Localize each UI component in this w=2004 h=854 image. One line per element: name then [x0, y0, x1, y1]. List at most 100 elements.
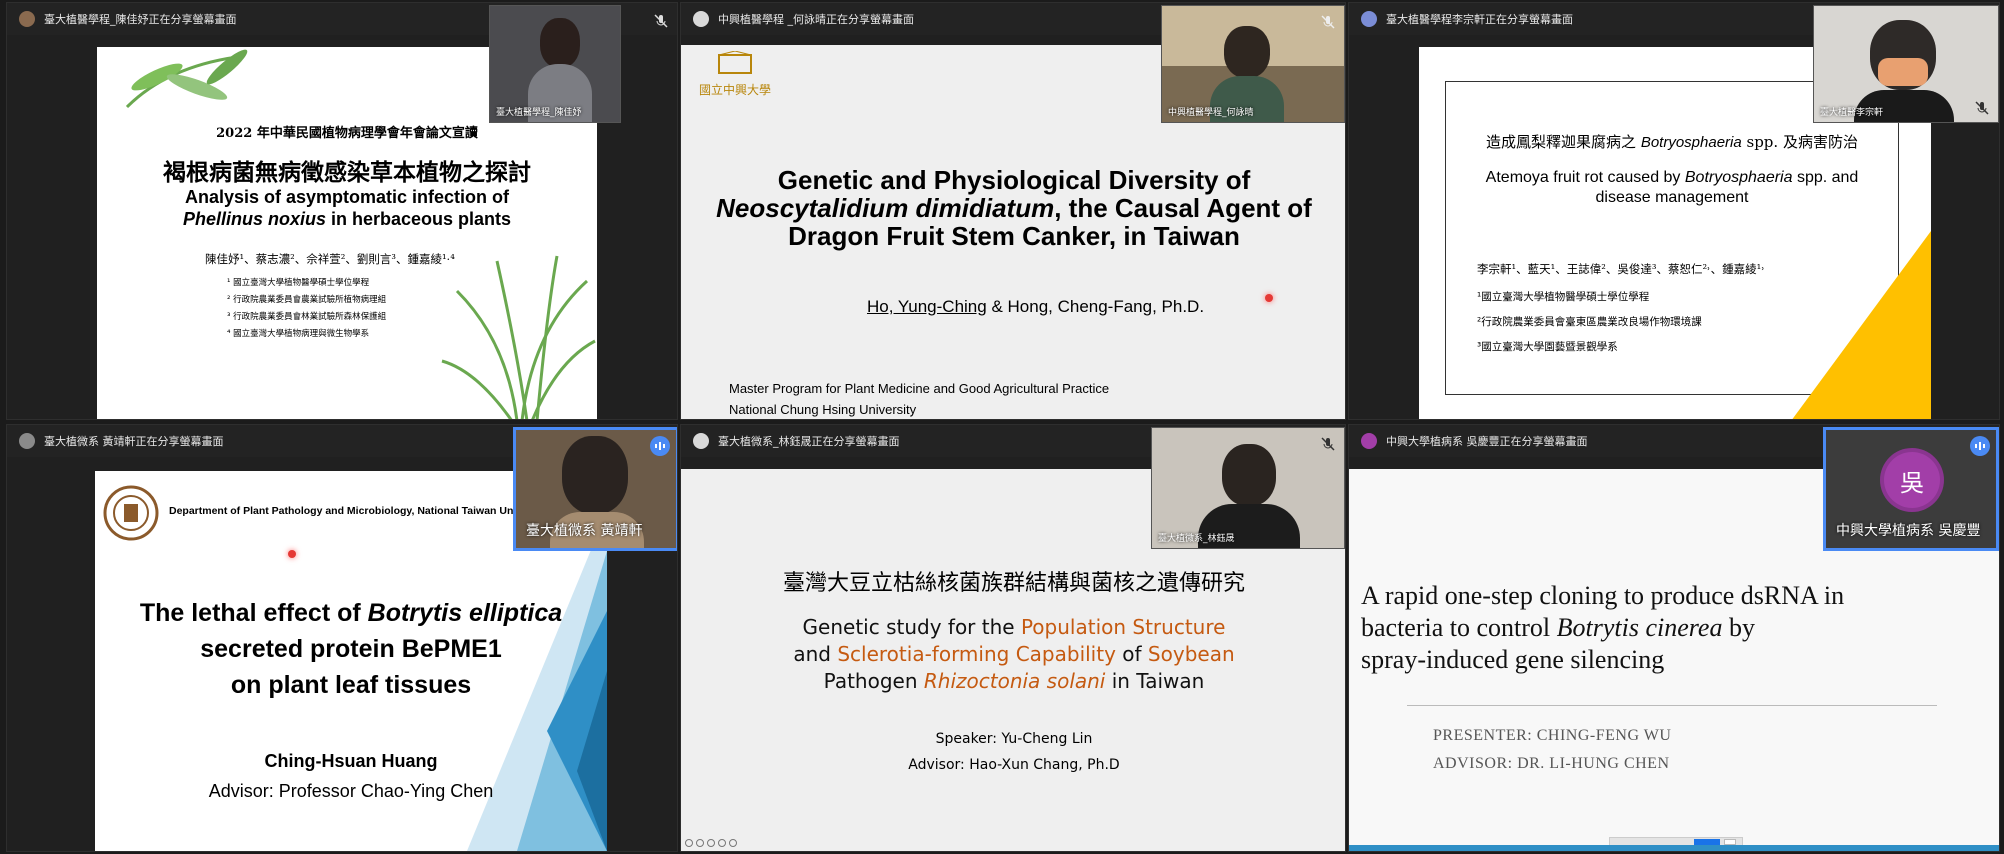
video-tile-5[interactable]: 臺大植微系_林鈺晟正在分享螢幕畫面 臺灣大豆立枯絲核菌族群結構與菌核之遺傳研究 … — [680, 424, 1346, 852]
participant-figure — [1222, 444, 1276, 506]
slide-title-2: secreted protein BePME1 — [200, 635, 502, 663]
audio-wave-icon — [655, 442, 665, 450]
bamboo-leaves-decoration — [125, 49, 248, 109]
speaking-indicator — [1970, 436, 1990, 456]
footer-1: Master Program for Plant Medicine and Go… — [729, 381, 1110, 396]
highlight-species: Rhizoctonia solani — [923, 669, 1106, 693]
video-tile-1[interactable]: 臺大植醫學程_陳佳妤正在分享螢幕畫面 2022 年中華民國植物病理學會年會論文宣… — [6, 2, 678, 420]
video-tile-3[interactable]: 臺大植醫學程李宗軒正在分享螢幕畫面 造成鳳梨釋迦果腐病之 Botryosphae… — [1348, 2, 2000, 420]
avatar: 吳 — [1884, 452, 1940, 508]
speaker: Speaker: Yu-Cheng Lin — [935, 731, 1093, 747]
text-part: and — [793, 642, 838, 666]
participant-name: 臺大植微系_林鈺晟 — [1158, 534, 1235, 544]
footer-2: National Chung Hsing University — [729, 402, 917, 417]
control-dot-icon[interactable] — [718, 839, 726, 847]
highlight-text: Soybean — [1147, 642, 1235, 666]
other-authors: & Hong, Cheng-Fang, Ph.D. — [986, 297, 1205, 316]
video-tile-6[interactable]: 中興大學植病系 吳慶豐正在分享螢幕畫面 A rapid one-step clo… — [1348, 424, 2000, 852]
authors: 李宗軒¹、藍天¹、王誌偉²、吳俊達³、蔡恕仁²˒、鍾嘉綾¹˒ — [1477, 262, 1765, 276]
participant-video[interactable]: 臺大植醫學程_陳佳妤 — [489, 5, 621, 123]
presenter: Ching-Hsuan Huang — [264, 751, 438, 771]
species-name: Phellinus noxius — [182, 209, 326, 229]
share-text: 臺大植醫學程_陳佳妤正在分享螢幕畫面 — [44, 13, 237, 26]
logo-text: 國立中興大學 — [698, 83, 771, 97]
affiliation: ² 行政院農業委員會農業試驗所植物病理組 — [227, 295, 387, 305]
slide-title-3: Dragon Fruit Stem Canker, in Taiwan — [788, 221, 1240, 251]
affiliation: ²行政院農業委員會臺東區農業改良場作物環境課 — [1477, 316, 1702, 328]
mic-muted-icon[interactable] — [1974, 100, 1990, 116]
slide-controls[interactable] — [685, 839, 737, 847]
authors: Ho, Yung-Ching & Hong, Cheng-Fang, Ph.D. — [867, 297, 1204, 317]
title-zh-part: spp. 及病害防治 — [1741, 133, 1858, 151]
participant-name: 中興大學植病系 吳慶豐 — [1836, 523, 1981, 539]
slide-title-2: Neoscytalidium dimidiatum, the Causal Ag… — [681, 193, 1345, 224]
avatar — [1361, 11, 1377, 27]
grass-decoration — [441, 255, 596, 419]
face-mask — [1878, 58, 1928, 86]
authors: 陳佳妤¹、蔡志濃²、佘祥萱²、劉則言³、鍾嘉綾¹·⁴ — [205, 252, 455, 266]
species-name: Botrytis elliptica — [367, 599, 563, 627]
laser-pointer — [288, 550, 296, 558]
affiliations: ¹ 國立臺灣大學植物醫學碩士學位學程 ² 行政院農業委員會農業試驗所植物病理組 … — [227, 275, 386, 343]
speaking-indicator — [650, 436, 670, 456]
conference-title: 2022 年中華民國植物病理學會年會論文宣讀 — [216, 126, 478, 141]
audio-wave-icon — [1975, 442, 1985, 450]
title-part: by — [1722, 613, 1755, 642]
affiliations: ¹國立臺灣大學植物醫學碩士學位學程 ²行政院農業委員會臺東區農業改良場作物環境課… — [1477, 285, 1702, 360]
divider — [1407, 705, 1937, 706]
advisor: ADVISOR: DR. LI-HUNG CHEN — [1433, 755, 1670, 772]
slide-title-en-2: Phellinus noxius in herbaceous plants — [97, 209, 597, 230]
university-seal-icon — [103, 485, 159, 541]
species-name: Neoscytalidium dimidiatum — [716, 193, 1055, 223]
mic-muted-icon[interactable] — [1320, 436, 1336, 452]
mic-muted-icon[interactable] — [1320, 14, 1336, 30]
university-logo: 國立中興大學 — [695, 51, 775, 101]
department-name: Department of Plant Pathology and Microb… — [169, 505, 528, 517]
participant-video-speaking[interactable]: 吳 中興大學植病系 吳慶豐 — [1823, 427, 1999, 551]
slide-title-zh: 造成鳳梨釋迦果腐病之 Botryosphaeria spp. 及病害防治 — [1445, 131, 1899, 152]
slide-title-en-1: Atemoya fruit rot caused by Botryosphaer… — [1445, 169, 1899, 187]
slide-title-zh: 褐根病菌無病徵感染草本植物之探討 — [163, 159, 531, 186]
control-dot-icon[interactable] — [707, 839, 715, 847]
slide-line-2: and Sclerotia-forming Capability of Soyb… — [681, 642, 1345, 666]
advisor: Advisor: Professor Chao-Ying Chen — [208, 781, 494, 801]
participant-figure — [562, 436, 628, 514]
avatar — [19, 11, 35, 27]
slide-title-3: on plant leaf tissues — [230, 671, 472, 699]
highlight-text: Population Structure — [1020, 615, 1226, 639]
slide-title-2: bacteria to control Botrytis cinerea by — [1361, 613, 1755, 643]
title-en-part: Atemoya fruit rot caused by — [1485, 169, 1685, 186]
title-zh-part: 造成鳳梨釋迦果腐病之 — [1486, 133, 1641, 151]
text-part: Genetic study for the — [802, 615, 1021, 639]
title-en-part: spp. and — [1792, 169, 1859, 186]
genus-name: Botryosphaeria — [1684, 169, 1793, 186]
participant-video[interactable]: 臺大植醫李宗軒 — [1813, 5, 1999, 123]
participant-name: 臺大植微系 黃靖軒 — [526, 523, 643, 539]
avatar — [693, 433, 709, 449]
slide-title-1: Genetic and Physiological Diversity of — [777, 165, 1251, 195]
title-part: bacteria to control — [1361, 613, 1557, 642]
meeting-grid: 臺大植醫學程_陳佳妤正在分享螢幕畫面 2022 年中華民國植物病理學會年會論文宣… — [0, 0, 2004, 854]
video-tile-2[interactable]: 中興植醫學程 _何詠晴正在分享螢幕畫面 國立中興大學 Genetic and P… — [680, 2, 1346, 420]
text-part: of — [1115, 642, 1148, 666]
genus-name: Botryosphaeria — [1640, 134, 1742, 151]
mic-muted-icon[interactable] — [653, 13, 669, 29]
participant-name: 臺大植醫李宗軒 — [1820, 108, 1884, 118]
participant-figure — [1224, 26, 1270, 78]
share-text: 臺大植醫學程李宗軒正在分享螢幕畫面 — [1386, 13, 1573, 26]
slide-bottom-bar — [1349, 845, 1999, 851]
avatar — [1361, 433, 1377, 449]
title-rest: , the Causal Agent of — [1054, 193, 1312, 223]
title-part: The lethal effect of — [139, 599, 368, 627]
affiliation: ⁴ 國立臺灣大學植物病理與微生物學系 — [227, 329, 370, 339]
control-dot-icon[interactable] — [729, 839, 737, 847]
slide-line-1: Genetic study for the Population Structu… — [681, 615, 1345, 639]
text-part: Pathogen — [823, 669, 924, 693]
participant-video-speaking[interactable]: 臺大植微系 黃靖軒 — [513, 427, 677, 551]
participant-figure — [540, 18, 580, 68]
control-dot-icon[interactable] — [685, 839, 693, 847]
control-dot-icon[interactable] — [696, 839, 704, 847]
participant-video[interactable]: 臺大植微系_林鈺晟 — [1151, 427, 1345, 549]
participant-video[interactable]: 中興植醫學程_何詠晴 — [1161, 5, 1345, 123]
video-tile-4[interactable]: 臺大植微系 黃靖軒正在分享螢幕畫面 Department of Plant Pa… — [6, 424, 678, 852]
